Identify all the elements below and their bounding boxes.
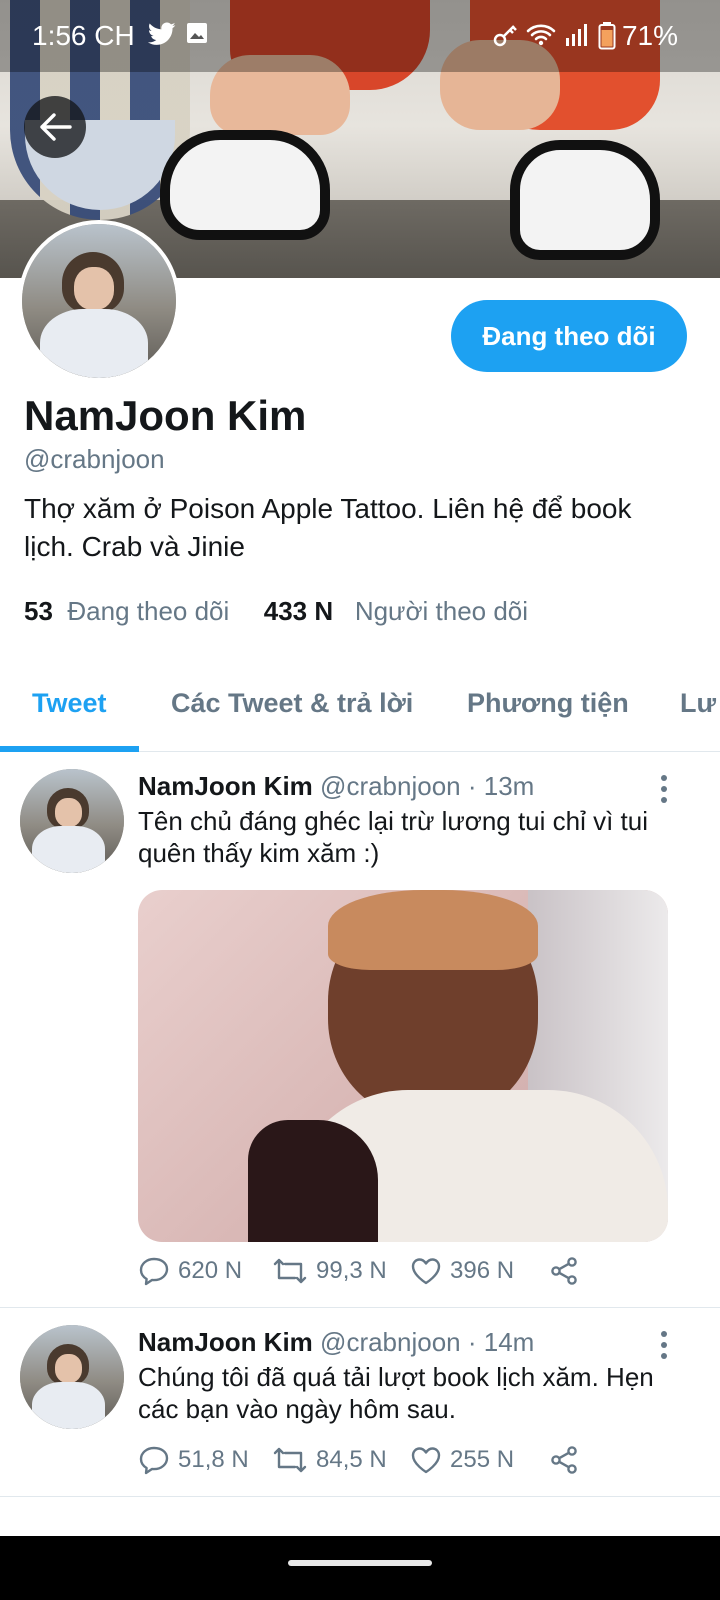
profile-tabs: Tweet Các Tweet & trả lời Phương tiện Lư <box>0 660 720 752</box>
profile-bio: Thợ xăm ở Poison Apple Tattoo. Liên hệ đ… <box>24 493 632 562</box>
retweet-icon <box>273 1258 307 1284</box>
more-options-icon[interactable] <box>652 771 676 807</box>
like-button[interactable]: 255 N <box>410 1445 514 1475</box>
home-gesture-handle[interactable] <box>288 1560 432 1566</box>
profile-name: NamJoon Kim <box>24 392 307 439</box>
battery-icon <box>598 22 616 55</box>
following-label: Đang theo dõi <box>67 596 230 626</box>
following-button[interactable]: Đang theo dõi <box>451 300 687 372</box>
tweet-avatar[interactable] <box>20 1325 124 1429</box>
tweet-author-name: NamJoon Kim <box>138 1327 313 1357</box>
tweet-media-image[interactable] <box>138 890 668 1242</box>
tweet-time: · 14m <box>467 1327 535 1357</box>
reply-button[interactable]: 620 N <box>138 1256 242 1286</box>
reply-count: 51,8 N <box>178 1446 249 1473</box>
tweet-avatar[interactable] <box>20 769 124 873</box>
reply-button[interactable]: 51,8 N <box>138 1445 249 1475</box>
retweet-count: 99,3 N <box>316 1257 387 1284</box>
heart-icon <box>411 1258 441 1285</box>
followers-count: 433 N <box>263 596 334 626</box>
reply-icon <box>139 1446 169 1475</box>
tweet-header: NamJoon Kim @crabnjoon · 13m <box>138 771 534 802</box>
retweet-count: 84,5 N <box>316 1446 387 1473</box>
like-count: 255 N <box>450 1446 515 1473</box>
tweet-actions: 51,8 N 84,5 N 255 N <box>138 1445 658 1485</box>
tab-likes[interactable]: Lư <box>680 688 716 719</box>
retweet-button[interactable]: 99,3 N <box>272 1256 387 1286</box>
system-navigation-bar <box>0 1536 720 1600</box>
reply-count: 620 N <box>178 1257 243 1284</box>
battery-percentage: 71% <box>621 20 678 51</box>
wifi-icon <box>526 22 556 53</box>
tweet[interactable]: NamJoon Kim @crabnjoon · 14m Chúng tôi đ… <box>0 1309 720 1497</box>
tweet-actions: 620 N 99,3 N 396 N <box>138 1256 658 1296</box>
like-count: 396 N <box>450 1257 515 1284</box>
twitter-icon <box>147 22 176 51</box>
following-count: 53 <box>24 596 53 626</box>
followers-label: Người theo dõi <box>354 596 529 626</box>
tweet-text: Tên chủ đáng ghéc lại trừ lương tui chỉ … <box>138 806 649 868</box>
tweet-author-name: NamJoon Kim <box>138 771 313 801</box>
tweet-header: NamJoon Kim @crabnjoon · 14m <box>138 1327 534 1358</box>
heart-icon <box>411 1447 441 1474</box>
tab-media[interactable]: Phương tiện <box>467 688 629 719</box>
tweet-author-handle: @crabnjoon <box>320 1327 461 1357</box>
signal-icon <box>564 22 590 53</box>
share-icon <box>551 1257 577 1285</box>
followers-stat[interactable]: 433 N Người theo dõi <box>264 596 528 626</box>
status-time: 1:56 CH <box>32 20 135 51</box>
profile-handle: @crabnjoon <box>24 444 165 474</box>
reply-icon <box>139 1257 169 1286</box>
image-icon <box>186 22 208 49</box>
profile-stats: 53 Đang theo dõi 433 N Người theo dõi <box>24 596 528 627</box>
retweet-icon <box>273 1447 307 1473</box>
tweet-text: Chúng tôi đã quá tải lượt book lịch xăm.… <box>138 1362 654 1424</box>
like-button[interactable]: 396 N <box>410 1256 514 1286</box>
following-stat[interactable]: 53 Đang theo dõi <box>24 596 237 626</box>
key-icon <box>492 22 520 53</box>
share-button[interactable] <box>548 1256 580 1286</box>
arrow-left-icon <box>40 113 72 141</box>
tweet-author-handle: @crabnjoon <box>320 771 461 801</box>
tab-tweets-and-replies[interactable]: Các Tweet & trả lời <box>171 688 413 719</box>
retweet-button[interactable]: 84,5 N <box>272 1445 387 1475</box>
status-bar: 1:56 CH 71% <box>0 0 720 72</box>
back-button[interactable] <box>24 96 86 158</box>
active-tab-indicator <box>0 746 139 752</box>
share-button[interactable] <box>548 1445 580 1475</box>
tab-tweets[interactable]: Tweet <box>32 688 107 719</box>
more-options-icon[interactable] <box>652 1327 676 1363</box>
tweet-time: · 13m <box>467 771 535 801</box>
profile-avatar[interactable] <box>18 220 180 382</box>
tweet[interactable]: NamJoon Kim @crabnjoon · 13m Tên chủ đán… <box>0 753 720 1308</box>
share-icon <box>551 1446 577 1474</box>
